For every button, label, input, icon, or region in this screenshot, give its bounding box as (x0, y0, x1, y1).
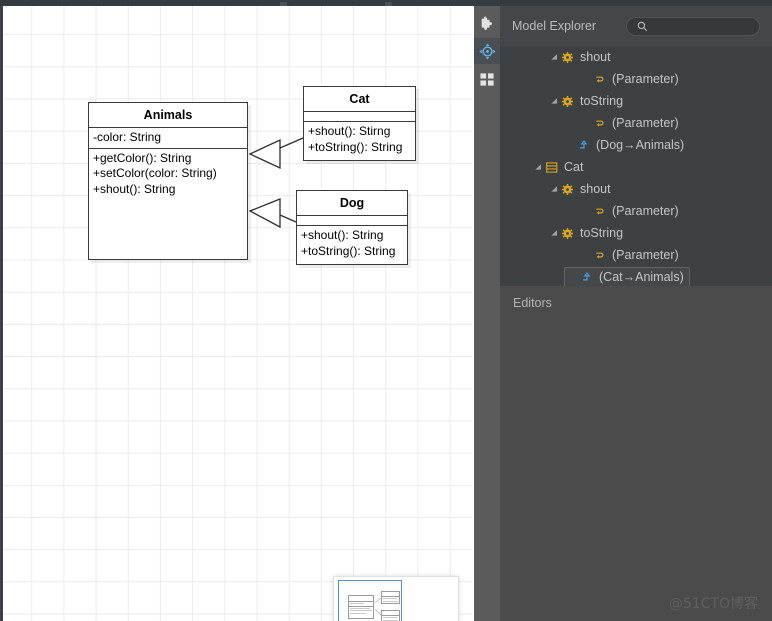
tree-item-label: toString (580, 226, 624, 240)
tree-item-content: (Dog→Animals) (564, 134, 684, 156)
operation-gear-icon (559, 46, 576, 68)
tree-item-parameter[interactable]: (Parameter) (500, 68, 772, 90)
model-explorer-title: Model Explorer (512, 19, 597, 33)
collapse-triangle-icon[interactable] (548, 178, 559, 200)
uml-operation: +toString(): String (301, 243, 396, 258)
tree-item-label: Cat (564, 160, 584, 174)
navigate-button[interactable] (474, 38, 500, 64)
canvas-left-edge (0, 6, 3, 621)
tree-item-label: toString (580, 94, 624, 108)
uml-attributes-compartment: -color: String (89, 128, 247, 149)
tree-item-label: (Parameter) (612, 116, 679, 130)
tree-item-label: shout (580, 182, 611, 196)
tree-item-dog-animals[interactable]: (Dog→Animals) (500, 134, 772, 156)
tree-item-content: Cat (532, 156, 583, 178)
tree-item-cat-animals[interactable]: (Cat→Animals) (500, 266, 772, 286)
tree-item-content: (Parameter) (580, 68, 679, 90)
uml-operation: +setColor(color: String) (93, 166, 217, 180)
tree-item-parameter[interactable]: (Parameter) (500, 112, 772, 134)
tree-item-label: (Parameter) (612, 72, 679, 86)
tree-item-content: shout (548, 178, 611, 200)
explorer-search-input[interactable] (652, 20, 752, 33)
parameter-arrow-icon (591, 244, 608, 266)
uml-operation: +shout(): Stirng (308, 124, 391, 138)
collapse-triangle-icon[interactable] (548, 46, 559, 68)
uml-attributes-compartment (304, 112, 415, 122)
parameter-arrow-icon (591, 68, 608, 90)
operation-gear-icon (559, 222, 576, 244)
operation-gear-icon (559, 178, 576, 200)
uml-operation: +shout(): String (301, 228, 384, 242)
uml-operation: +shout(): String (93, 181, 176, 196)
tree-item-content: toString (548, 90, 623, 112)
generalization-icon (575, 134, 592, 156)
tree-item-shout[interactable]: shout (500, 178, 772, 200)
tree-item-content: (Parameter) (580, 200, 679, 222)
tree-item-label: (Parameter) (612, 248, 679, 262)
tree-item-cat[interactable]: Cat (500, 156, 772, 178)
collapse-triangle-icon[interactable] (548, 90, 559, 112)
operation-gear-icon (559, 90, 576, 112)
parameter-arrow-icon (591, 112, 608, 134)
tree-item-label: (Dog→Animals) (596, 138, 685, 152)
uml-class-title: Animals (89, 103, 247, 128)
uml-class-title: Cat (304, 87, 415, 112)
uml-class-title: Dog (297, 191, 407, 216)
uml-attributes-compartment (297, 216, 407, 226)
uml-operation: +toString(): String (308, 139, 403, 154)
tree-item-label: (Cat→Animals) (599, 270, 684, 284)
model-tree[interactable]: shout (Parameter) toString (Parameter) (Dog→… (500, 46, 772, 286)
tree-item-label: (Parameter) (612, 204, 679, 218)
minimap-viewport-rect[interactable] (338, 580, 402, 621)
search-icon (637, 21, 648, 32)
tree-item-content: (Parameter) (580, 112, 679, 134)
uml-operations-compartment: +getColor(): String +setColor(color: Str… (89, 149, 247, 256)
collapse-triangle-icon[interactable] (548, 222, 559, 244)
navigate-crosshair-icon (478, 42, 496, 60)
tree-item-parameter[interactable]: (Parameter) (500, 244, 772, 266)
minimap-relationship-layer (374, 597, 382, 616)
tree-twisty-spacer (580, 200, 591, 222)
tree-item-tostring[interactable]: toString (500, 222, 772, 244)
layout-button[interactable] (474, 66, 500, 92)
uml-class-cat[interactable]: Cat +shout(): Stirng +toString(): String (303, 86, 416, 161)
uml-operation: +getColor(): String (93, 150, 192, 165)
editors-label: Editors (513, 296, 552, 310)
uml-operations-compartment: +shout(): String +toString(): String (297, 226, 407, 261)
diagram-minimap[interactable] (333, 576, 459, 621)
uml-operations-compartment: +shout(): Stirng +toString(): String (304, 122, 415, 157)
tree-item-label: shout (580, 50, 611, 64)
editors-panel: Editors @51CTO博客 (500, 286, 772, 621)
explorer-search-box[interactable] (626, 17, 760, 36)
tree-item-tostring[interactable]: toString (500, 90, 772, 112)
diagram-canvas[interactable]: Animals -color: String +getColor(): Stri… (0, 6, 472, 621)
tree-twisty-spacer (567, 266, 578, 286)
uml-class-animals[interactable]: Animals -color: String +getColor(): Stri… (88, 102, 248, 260)
tree-twisty-spacer (564, 134, 575, 156)
tool-rail (474, 6, 500, 621)
tree-twisty-spacer (580, 68, 591, 90)
uml-attribute: -color: String (93, 130, 162, 144)
generalization-icon (578, 266, 595, 286)
model-explorer-header: Model Explorer (500, 6, 772, 46)
watermark: @51CTO博客 (668, 596, 758, 612)
uml-class-dog[interactable]: Dog +shout(): String +toString(): String (296, 190, 408, 265)
tree-item-shout[interactable]: shout (500, 46, 772, 68)
layout-grid-icon (479, 72, 494, 86)
tree-item-content: shout (548, 46, 611, 68)
uml-modeling-app: Animals -color: String +getColor(): Stri… (0, 0, 772, 621)
tree-twisty-spacer (580, 112, 591, 134)
model-explorer-panel: Model Explorer shout (Parameter) toString(… (500, 6, 772, 621)
tree-item-parameter[interactable]: (Parameter) (500, 200, 772, 222)
tree-twisty-spacer (580, 244, 591, 266)
tree-item-content: (Parameter) (580, 244, 679, 266)
extensions-icon (481, 15, 492, 30)
class-icon (543, 156, 560, 178)
extensions-button[interactable] (474, 10, 500, 36)
tree-item-content: (Cat→Animals) (564, 267, 690, 286)
parameter-arrow-icon (591, 200, 608, 222)
tree-item-content: toString (548, 222, 623, 244)
collapse-triangle-icon[interactable] (532, 156, 543, 178)
